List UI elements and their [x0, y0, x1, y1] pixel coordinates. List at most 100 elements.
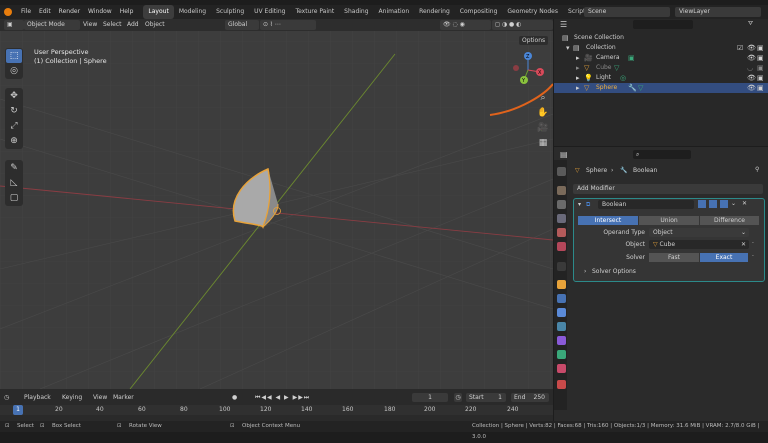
- playback-menu[interactable]: Playback: [24, 393, 51, 403]
- outliner-item-cube[interactable]: ▸ ▽ Cube ▽ ◡ ▣: [554, 63, 768, 73]
- select-menu[interactable]: Select: [103, 20, 122, 30]
- marker-menu[interactable]: Marker: [113, 393, 134, 403]
- menu-help[interactable]: Help: [116, 5, 138, 19]
- solver-fast[interactable]: Fast: [649, 253, 699, 262]
- annotate-tool-icon[interactable]: ✎: [6, 161, 22, 175]
- filter-icon[interactable]: ⛛: [748, 20, 753, 28]
- eye-icon[interactable]: 👁: [747, 53, 756, 63]
- modifier-name-input[interactable]: Boolean: [598, 200, 694, 209]
- add-cube-tool-icon[interactable]: ▢: [6, 191, 22, 205]
- edit-mode-toggle-icon[interactable]: [698, 200, 706, 208]
- tab-animation[interactable]: Animation: [374, 5, 415, 19]
- view-menu[interactable]: View: [83, 20, 97, 30]
- solver-exact[interactable]: Exact: [700, 253, 748, 262]
- camera-render-icon[interactable]: ▣: [757, 73, 764, 83]
- eye-hidden-icon[interactable]: ◡: [747, 63, 753, 73]
- camera-render-icon[interactable]: ▣: [757, 43, 764, 53]
- operation-union[interactable]: Union: [639, 216, 699, 225]
- options-button[interactable]: Options: [519, 36, 549, 45]
- add-modifier-button[interactable]: Add Modifier: [573, 184, 763, 194]
- menu-render[interactable]: Render: [55, 5, 84, 19]
- keyframe-dot-icon[interactable]: ·: [752, 253, 754, 260]
- outliner-item-camera[interactable]: ▸ 🎥 Camera ▣ 👁 ▣: [554, 53, 768, 63]
- navigation-gizmo[interactable]: Z X Y: [508, 50, 548, 90]
- keying-menu[interactable]: Keying: [62, 393, 82, 403]
- view-layer-selector[interactable]: ViewLayer: [675, 7, 761, 17]
- gizmo-overlay-toggles[interactable]: 👁 ◌ ◉: [440, 20, 491, 30]
- tab-texture-paint[interactable]: Texture Paint: [290, 5, 339, 19]
- outliner-scene-collection[interactable]: ▤ Scene Collection: [554, 33, 768, 43]
- expand-arrow-icon[interactable]: ›: [584, 268, 586, 275]
- camera-render-icon[interactable]: ▣: [757, 83, 764, 93]
- tab-sculpting[interactable]: Sculpting: [211, 5, 249, 19]
- orientation-selector[interactable]: Global: [225, 20, 259, 30]
- playhead[interactable]: 1: [13, 405, 23, 415]
- rotate-tool-icon[interactable]: ↻: [6, 104, 22, 118]
- move-tool-icon[interactable]: ✥: [6, 89, 22, 103]
- clock-icon[interactable]: ◷: [454, 393, 462, 402]
- checkbox-icon[interactable]: ☑: [737, 43, 743, 53]
- render-tab-icon[interactable]: [557, 186, 566, 195]
- viewport-toggle-icon[interactable]: [709, 200, 717, 208]
- menu-edit[interactable]: Edit: [35, 5, 55, 19]
- operation-intersect[interactable]: Intersect: [578, 216, 638, 225]
- record-icon[interactable]: ●: [232, 393, 237, 403]
- camera-view-icon[interactable]: 🎥: [537, 121, 549, 135]
- tab-geometry-nodes[interactable]: Geometry Nodes: [502, 5, 563, 19]
- object-menu[interactable]: Object: [145, 20, 165, 30]
- select-tool-icon[interactable]: ⬚: [6, 49, 22, 63]
- playback-controls[interactable]: ⏮◀◀ ◀ ▶ ▶▶⏭: [255, 393, 310, 403]
- end-frame-field[interactable]: End 250: [511, 393, 549, 402]
- properties-editor-icon[interactable]: ▤: [560, 150, 568, 159]
- eye-icon[interactable]: 👁: [747, 73, 756, 83]
- eye-icon[interactable]: 👁: [747, 83, 756, 93]
- object-tab-icon[interactable]: [557, 280, 566, 289]
- perspective-toggle-icon[interactable]: ▦: [537, 136, 549, 150]
- mode-selector[interactable]: Object Mode: [24, 20, 80, 30]
- add-menu[interactable]: Add: [127, 20, 139, 30]
- tool-tab-icon[interactable]: [557, 167, 566, 176]
- current-frame-field[interactable]: 1: [412, 393, 448, 402]
- camera-render-icon[interactable]: ▣: [757, 63, 764, 73]
- tab-layout[interactable]: Layout: [143, 5, 174, 19]
- timeline-editor-icon[interactable]: ◷: [4, 393, 9, 403]
- outliner-editor-icon[interactable]: ☰: [560, 20, 567, 29]
- pan-hand-icon[interactable]: ✋: [537, 106, 549, 120]
- object-field-input[interactable]: ▽ Cube ✕: [649, 240, 749, 249]
- editor-type-icon[interactable]: ▣: [4, 20, 24, 30]
- clear-icon[interactable]: ✕: [741, 240, 746, 249]
- physics-tab-icon[interactable]: [557, 322, 566, 331]
- render-toggle-icon[interactable]: [720, 200, 728, 208]
- shading-modes[interactable]: ◻ ◑ ● ◐: [492, 20, 553, 30]
- output-tab-icon[interactable]: [557, 200, 566, 209]
- collection-tab-icon[interactable]: [557, 262, 566, 271]
- menu-file[interactable]: File: [17, 5, 35, 19]
- modifier-tab-icon[interactable]: [557, 294, 566, 303]
- world-tab-icon[interactable]: [557, 242, 566, 251]
- texture-tab-icon[interactable]: [557, 380, 566, 389]
- eye-icon[interactable]: 👁: [747, 43, 756, 53]
- view-menu-timeline[interactable]: View: [93, 393, 107, 403]
- keyframe-dot-icon[interactable]: ·: [752, 240, 754, 247]
- snapping-tools[interactable]: ⊙ ⌇ ⋯: [260, 20, 316, 30]
- constraints-tab-icon[interactable]: [557, 336, 566, 345]
- properties-search-input[interactable]: ⌕: [633, 150, 691, 159]
- camera-render-icon[interactable]: ▣: [757, 53, 764, 63]
- pin-icon[interactable]: ⚲: [755, 166, 759, 173]
- tab-uv-editing[interactable]: UV Editing: [249, 5, 290, 19]
- data-tab-icon[interactable]: [557, 350, 566, 359]
- outliner-collection[interactable]: ▾ ▤ Collection ☑ 👁 ▣: [554, 43, 768, 53]
- outliner-item-light[interactable]: ▸ 💡 Light ◎ 👁 ▣: [554, 73, 768, 83]
- outliner-search-input[interactable]: [633, 20, 693, 29]
- particles-tab-icon[interactable]: [557, 308, 566, 317]
- tab-compositing[interactable]: Compositing: [455, 5, 503, 19]
- tab-modeling[interactable]: Modeling: [174, 5, 211, 19]
- tab-shading[interactable]: Shading: [339, 5, 373, 19]
- zoom-icon[interactable]: ⌕: [537, 91, 549, 105]
- blender-logo-icon[interactable]: [4, 8, 12, 16]
- timeline-ruler[interactable]: 1 20 40 60 80 100 120 140 160 180 200 22…: [0, 405, 553, 415]
- scene-selector[interactable]: Scene: [584, 7, 670, 17]
- tab-rendering[interactable]: Rendering: [414, 5, 455, 19]
- solver-options-subpanel[interactable]: Solver Options: [592, 268, 636, 275]
- menu-window[interactable]: Window: [84, 5, 116, 19]
